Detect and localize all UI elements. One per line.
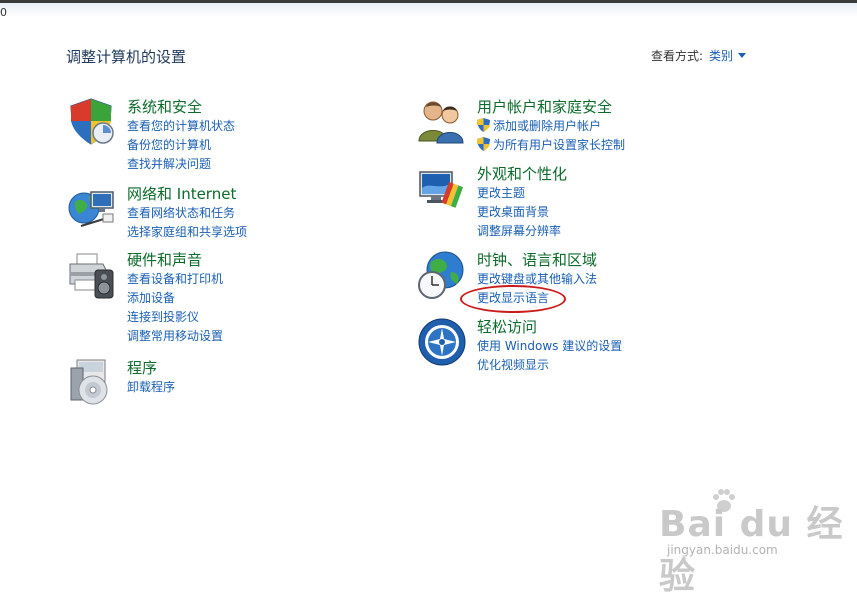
category-title-system[interactable]: 系统和安全: [127, 97, 235, 117]
link-change-theme[interactable]: 更改主题: [477, 184, 567, 203]
link-troubleshoot[interactable]: 查找并解决问题: [127, 155, 235, 174]
category-title-hardware[interactable]: 硬件和声音: [127, 250, 223, 270]
link-recommended-settings[interactable]: 使用 Windows 建议的设置: [477, 337, 622, 356]
link-optimize-video-display[interactable]: 优化视频显示: [477, 356, 622, 375]
uac-shield-icon: [477, 137, 490, 151]
link-add-remove-accounts-label: 添加或删除用户帐户: [493, 119, 602, 133]
link-homegroup-sharing[interactable]: 选择家庭组和共享选项: [127, 223, 247, 242]
chevron-down-icon[interactable]: [738, 53, 747, 58]
category-title-clock[interactable]: 时钟、语言和区域: [477, 250, 597, 270]
page-title: 调整计算机的设置: [66, 48, 187, 66]
baidu-watermark-url: jingyan.baidu.com: [667, 543, 778, 557]
link-uninstall-program[interactable]: 卸载程序: [127, 378, 175, 397]
network-globe-icon[interactable]: [67, 184, 117, 234]
view-by-label: 查看方式:: [651, 49, 704, 63]
link-mobility-settings[interactable]: 调整常用移动设置: [127, 327, 223, 346]
programs-disc-icon[interactable]: [67, 358, 117, 408]
view-by: 查看方式: 类别: [651, 47, 747, 64]
uac-shield-icon: [477, 118, 490, 132]
link-add-device[interactable]: 添加设备: [127, 289, 223, 308]
address-text: 0: [0, 6, 7, 19]
link-view-computer-status[interactable]: 查看您的计算机状态: [127, 117, 235, 136]
category-title-users[interactable]: 用户帐户和家庭安全: [477, 97, 625, 117]
link-add-remove-accounts[interactable]: 添加或删除用户帐户: [477, 117, 625, 136]
address-bar-strip: [0, 3, 857, 17]
printer-speaker-icon[interactable]: [67, 250, 117, 300]
category-title-ease[interactable]: 轻松访问: [477, 317, 622, 337]
category-title-network[interactable]: 网络和 Internet: [127, 184, 247, 204]
link-screen-resolution[interactable]: 调整屏幕分辨率: [477, 222, 567, 241]
category-title-programs[interactable]: 程序: [127, 358, 175, 378]
red-annotation-circle: [460, 285, 566, 313]
globe-clock-icon[interactable]: [417, 250, 467, 300]
link-change-desktop-background[interactable]: 更改桌面背景: [477, 203, 567, 222]
link-connect-projector[interactable]: 连接到投影仪: [127, 308, 223, 327]
shield-security-icon[interactable]: [67, 97, 117, 147]
ease-of-access-icon[interactable]: [417, 317, 467, 367]
view-by-dropdown[interactable]: 类别: [709, 49, 733, 63]
link-parental-controls[interactable]: 为所有用户设置家长控制: [477, 136, 625, 155]
link-parental-controls-label: 为所有用户设置家长控制: [493, 138, 626, 152]
users-icon[interactable]: [417, 97, 467, 147]
link-backup-computer[interactable]: 备份您的计算机: [127, 136, 235, 155]
category-title-appearance[interactable]: 外观和个性化: [477, 164, 567, 184]
monitor-palette-icon[interactable]: [417, 164, 467, 214]
link-devices-printers[interactable]: 查看设备和打印机: [127, 270, 223, 289]
link-view-network-status[interactable]: 查看网络状态和任务: [127, 204, 247, 223]
